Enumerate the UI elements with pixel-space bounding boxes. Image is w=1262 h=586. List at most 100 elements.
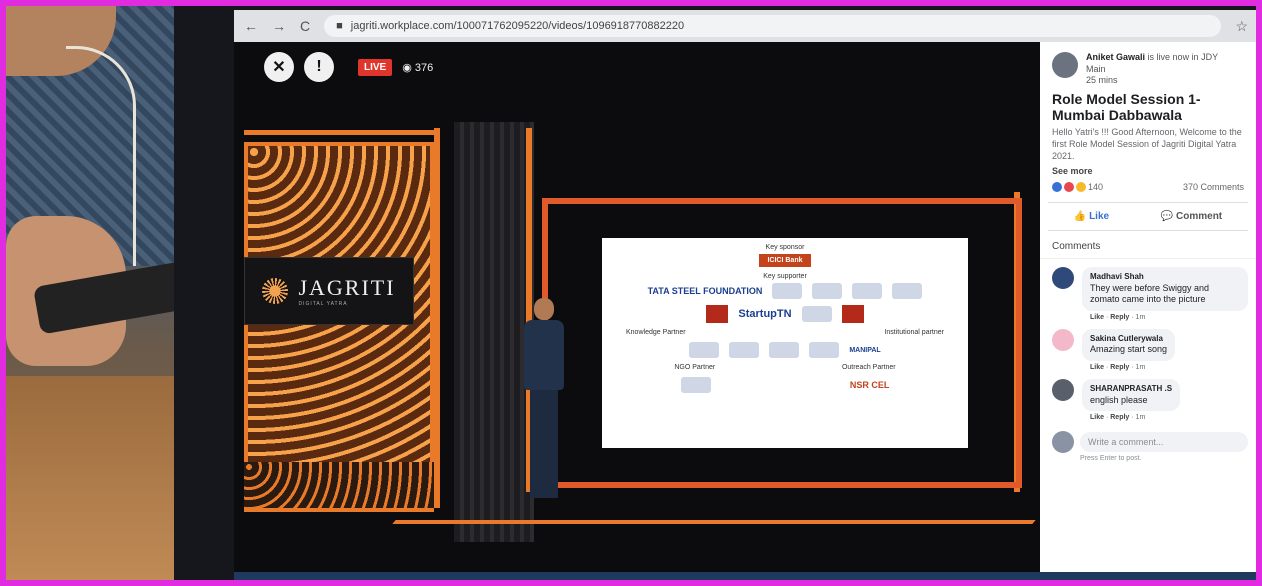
commenter-name[interactable]: Sakina Cutlerywala <box>1090 334 1167 344</box>
commenter-avatar[interactable] <box>1052 379 1074 402</box>
supporter-logo-2 <box>812 283 843 299</box>
post-time[interactable]: 25 mins <box>1086 75 1118 85</box>
comment-count[interactable]: 370 Comments <box>1183 182 1244 192</box>
jagriti-subtitle: DIGITAL YATRA <box>298 301 348 307</box>
comment-time: 1m <box>1135 364 1146 372</box>
write-comment-input[interactable]: Write a comment... <box>1080 432 1248 453</box>
stage-pillar-left <box>434 128 440 508</box>
like-button[interactable]: 👍 Like <box>1074 211 1109 222</box>
photo-frame: ← → C ■ jagriti.workplace.com/1000717620… <box>6 6 1256 580</box>
live-badge: LIVE <box>358 58 393 76</box>
stage-top-bar <box>244 130 440 135</box>
comment-meta: Like · Reply · 1m <box>1090 414 1146 422</box>
knowledge-logo-2 <box>729 342 760 358</box>
comment-meta: Like · Reply · 1m <box>1090 364 1146 372</box>
presenter <box>520 298 568 512</box>
post-hint: Press Enter to post. <box>1080 455 1142 463</box>
post-actions: 👍 Like 💬 Comment <box>1048 202 1248 232</box>
reaction-count: 140 <box>1088 182 1104 193</box>
comment-like-link[interactable]: Like <box>1090 364 1104 371</box>
supporter-logo-5 <box>801 306 832 322</box>
post-header: Aniket Gawali is live now in JDY Main 25… <box>1040 42 1256 87</box>
reaction-summary: 140 370 Comments <box>1040 180 1256 194</box>
nsr-cel-logo: NSR CEL <box>849 380 890 390</box>
comment-button[interactable]: 💬 Comment <box>1161 211 1222 222</box>
viewer-count: ◉ 376 <box>402 61 433 74</box>
institution-logo-2 <box>809 342 840 358</box>
commenter-avatar[interactable] <box>1052 267 1074 290</box>
presenter-head <box>534 298 554 320</box>
wooden-table <box>6 376 174 580</box>
key-sponsor-label: Key sponsor <box>765 244 805 251</box>
commenter-name[interactable]: SHARANPRASATH .S <box>1090 384 1172 394</box>
comment-label: Comment <box>1176 211 1223 223</box>
jagriti-wordmark: JAGRITI <box>298 275 396 300</box>
dotted-floor-panel <box>244 462 434 508</box>
comment-like-link[interactable]: Like <box>1090 314 1104 321</box>
viewer-count-value: 376 <box>414 61 434 74</box>
tata-steel-logo: TATA STEEL FOUNDATION <box>647 285 763 296</box>
eye-icon: ◉ <box>402 61 415 74</box>
key-supporter-label: Key supporter <box>763 273 807 280</box>
url-text: jagriti.workplace.com/100071762095220/vi… <box>350 20 685 32</box>
live-video-stage[interactable]: JAGRITI DIGITAL YATRA Key sponsor ICICI … <box>234 42 1040 580</box>
comment-like-link[interactable]: Like <box>1090 414 1104 421</box>
supporter-logo-1 <box>772 283 803 299</box>
comment-reply-link[interactable]: Reply <box>1110 364 1129 371</box>
comment-reply-link[interactable]: Reply <box>1110 414 1129 421</box>
presenter-jacket <box>524 320 564 390</box>
thumbs-up-icon: 👍 <box>1073 211 1090 223</box>
browser-toolbar: ← → C ■ jagriti.workplace.com/1000717620… <box>234 10 1256 42</box>
comment-time: 1m <box>1135 414 1146 422</box>
post-description: Hello Yatri's !!! Good Afternoon, Welcom… <box>1052 127 1242 161</box>
commenter-avatar[interactable] <box>1052 329 1074 352</box>
group-name[interactable]: Main <box>1086 64 1106 74</box>
comment-time: 1m <box>1135 314 1146 322</box>
manipal-logo: MANIPAL <box>849 346 881 354</box>
close-icon[interactable]: ✕ <box>264 52 294 82</box>
comments-heading: Comments <box>1040 231 1256 260</box>
post-author-line: Aniket Gawali is live now in JDY Main 25… <box>1086 52 1218 87</box>
post-title: Role Model Session 1- Mumbai Dabbawala <box>1052 91 1201 124</box>
stage-floor-edge <box>392 520 1036 524</box>
supporter-logo-red-2 <box>841 305 864 323</box>
reload-icon[interactable]: C <box>300 18 310 34</box>
back-icon[interactable]: ← <box>244 18 258 34</box>
see-more-link[interactable]: See more <box>1040 162 1256 180</box>
like-reaction-icon <box>1052 182 1062 193</box>
sponsor-slide: Key sponsor ICICI Bank Key supporter TAT… <box>602 238 968 448</box>
reaction-icons[interactable]: 140 <box>1052 182 1104 193</box>
author-action: is live now in JDY <box>1147 52 1219 62</box>
knowledge-partner-label: Knowledge Partner <box>626 329 686 336</box>
jagriti-banner: JAGRITI DIGITAL YATRA <box>244 257 414 325</box>
institutional-partner-label: Institutional partner <box>884 329 944 336</box>
address-bar[interactable]: ■ jagriti.workplace.com/100071762095220/… <box>324 15 1222 37</box>
author-avatar[interactable] <box>1052 52 1078 78</box>
feedback-icon[interactable]: ! <box>304 52 334 82</box>
video-controls: ✕ ! LIVE ◉ 376 <box>264 52 433 82</box>
jagriti-sun-logo-icon <box>262 278 289 304</box>
os-taskbar <box>234 572 1256 580</box>
ngo-logo <box>680 377 711 393</box>
comment-meta: Like · Reply · 1m <box>1090 314 1146 322</box>
icici-bank-logo: ICICI Bank <box>759 254 811 267</box>
supporter-logo-3 <box>852 283 883 299</box>
comment-item: Sakina Cutlerywala Amazing start song Li… <box>1040 321 1256 371</box>
comment-text: english please <box>1090 394 1148 405</box>
comment-bubble: Madhavi Shah They were before Swiggy and… <box>1082 267 1248 312</box>
laptop-screen: ← → C ■ jagriti.workplace.com/1000717620… <box>174 6 1256 580</box>
presenter-legs <box>530 390 558 498</box>
person-holding-phone <box>6 6 190 580</box>
commenter-name[interactable]: Madhavi Shah <box>1090 272 1240 282</box>
comment-composer: Write a comment... <box>1040 421 1256 454</box>
comment-reply-link[interactable]: Reply <box>1110 314 1129 321</box>
forward-icon[interactable]: → <box>272 18 286 34</box>
like-label: Like <box>1089 211 1110 223</box>
comment-bubble: Sakina Cutlerywala Amazing start song <box>1082 329 1176 362</box>
comment-text: Amazing start song <box>1090 344 1168 355</box>
star-icon[interactable]: ☆ <box>1235 18 1256 35</box>
comment-icon: 💬 <box>1160 211 1177 223</box>
startuptn-logo: StartupTN <box>738 308 792 320</box>
lock-icon: ■ <box>336 20 343 32</box>
author-name[interactable]: Aniket Gawali <box>1086 52 1145 62</box>
